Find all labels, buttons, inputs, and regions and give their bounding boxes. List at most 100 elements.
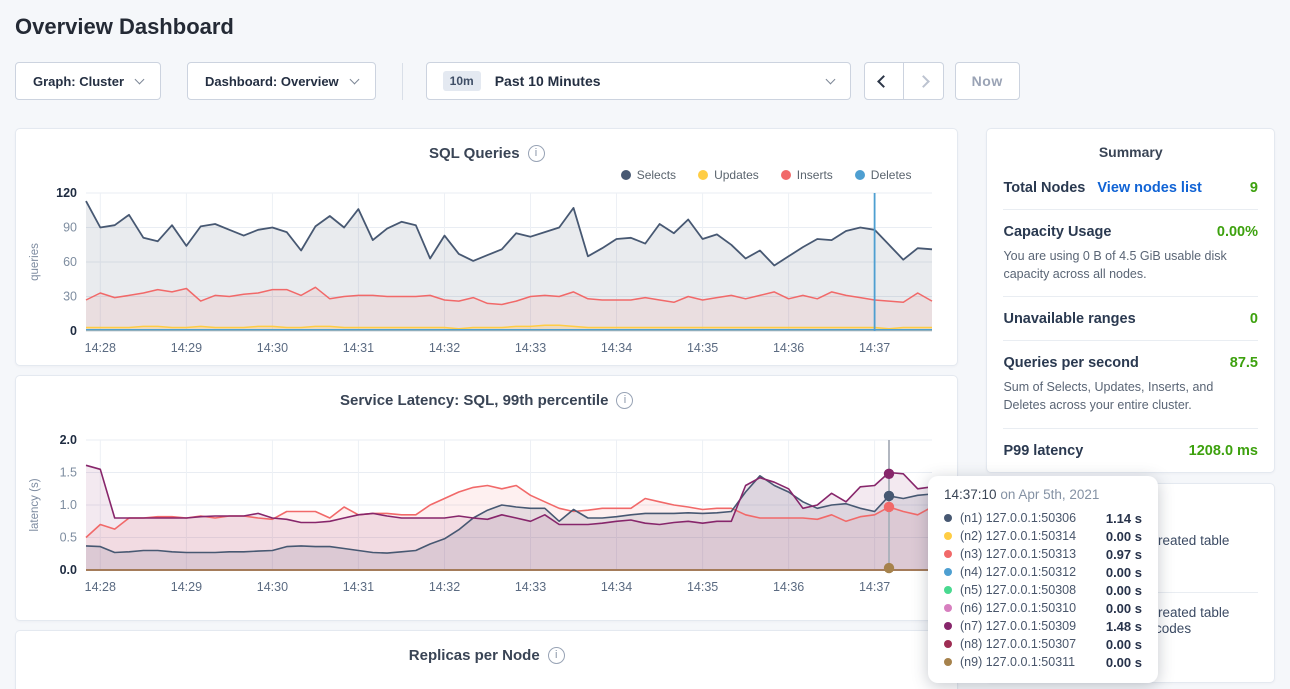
tooltip-node-label: (n9) 127.0.0.1:50311 [960, 655, 1075, 669]
time-range-selector[interactable]: 10m Past 10 Minutes [426, 62, 851, 100]
legend-item-deletes[interactable]: Deletes [855, 168, 912, 182]
view-nodes-link[interactable]: View nodes list [1097, 180, 1202, 196]
tooltip-row: (n9) 127.0.0.1:503110.00 s [944, 653, 1142, 671]
summary-description: You are using 0 B of 4.5 GiB usable disk… [1003, 247, 1258, 283]
summary-label: Total Nodes [1003, 180, 1085, 196]
info-icon[interactable] [616, 392, 633, 409]
summary-value: 0.00% [1217, 224, 1258, 240]
svg-text:14:31: 14:31 [343, 580, 374, 594]
info-icon[interactable] [548, 647, 565, 664]
svg-text:14:36: 14:36 [773, 580, 804, 594]
tooltip-node-label: (n5) 127.0.0.1:50308 [960, 583, 1076, 597]
svg-text:14:34: 14:34 [601, 341, 632, 355]
summary-row: Unavailable ranges0 [1003, 296, 1258, 340]
prev-range-button[interactable] [864, 62, 904, 100]
tooltip-row: (n8) 127.0.0.1:50307 0.00 s [944, 635, 1142, 653]
replicas-panel: Replicas per Node [15, 630, 958, 689]
tooltip-node-value: 0.00 s [1106, 637, 1142, 652]
series-dot [944, 586, 952, 594]
svg-text:14:35: 14:35 [687, 580, 718, 594]
chevron-down-icon [135, 75, 145, 85]
dashboard-dropdown-label: Dashboard: Overview [205, 74, 339, 89]
tooltip-row: (n2) 127.0.0.1:50314 0.00 s [944, 527, 1142, 545]
sql-legend: Selects Updates Inserts Deletes [16, 165, 957, 185]
series-dot [944, 622, 952, 630]
tooltip-node-value: 0.00 s [1106, 601, 1142, 616]
svg-text:14:30: 14:30 [257, 341, 288, 355]
graph-dropdown[interactable]: Graph: Cluster [15, 62, 161, 100]
divider [402, 63, 403, 100]
svg-text:0.5: 0.5 [60, 531, 77, 545]
sql-queries-chart[interactable]: 030609012014:2814:2914:3014:3114:3214:33… [24, 185, 957, 359]
tooltip-node-value: 0.00 s [1106, 529, 1142, 544]
sql-queries-panel: SQL Queries SelectsUpdatesInsertsDeletes… [15, 128, 958, 366]
chart-svg[interactable]: 030609012014:2814:2914:3014:3114:3214:33… [24, 185, 940, 359]
summary-label: Queries per second [1003, 355, 1138, 371]
svg-text:14:33: 14:33 [515, 580, 546, 594]
chevron-down-icon [349, 75, 359, 85]
chevron-down-icon [825, 75, 835, 85]
legend-item-selects[interactable]: Selects [621, 168, 676, 182]
summary-label: Unavailable ranges [1003, 311, 1135, 327]
svg-text:14:32: 14:32 [429, 341, 460, 355]
latency-panel: Service Latency: SQL, 99th percentile 0.… [15, 375, 958, 621]
panel-title: Service Latency: SQL, 99th percentile [340, 392, 608, 409]
tooltip-node-label: (n1) 127.0.0.1:50306 [960, 511, 1076, 525]
legend-dot [781, 170, 791, 180]
svg-text:0.0: 0.0 [60, 563, 77, 577]
tooltip-node-value: 0.00 s [1106, 583, 1142, 598]
tooltip-row: (n1) 127.0.0.1:503061.14 s [944, 509, 1142, 527]
tooltip-node-label: (n4) 127.0.0.1:50312 [960, 565, 1076, 579]
series-dot [944, 658, 952, 666]
svg-text:90: 90 [63, 221, 77, 235]
summary-row: P99 latency1208.0 ms [1003, 428, 1258, 472]
legend-item-updates[interactable]: Updates [698, 168, 759, 182]
svg-text:30: 30 [63, 290, 77, 304]
svg-text:2.0: 2.0 [60, 433, 77, 447]
dashboard-dropdown[interactable]: Dashboard: Overview [187, 62, 376, 100]
tooltip-node-value: 0.00 s [1106, 565, 1142, 580]
panel-header: Service Latency: SQL, 99th percentile [16, 388, 957, 412]
svg-text:14:29: 14:29 [171, 580, 202, 594]
svg-text:0: 0 [70, 324, 77, 338]
tooltip-node-value: 0.97 s [1106, 547, 1142, 562]
svg-text:14:29: 14:29 [171, 341, 202, 355]
svg-text:14:37: 14:37 [859, 341, 890, 355]
tooltip-row: (n3) 127.0.0.1:50313 0.97 s [944, 545, 1142, 563]
tooltip-node-label: (n2) 127.0.0.1:50314 [960, 529, 1076, 543]
summary-label: Capacity Usage [1003, 224, 1111, 240]
svg-text:60: 60 [63, 255, 77, 269]
svg-text:queries: queries [29, 243, 41, 281]
series-dot [944, 514, 952, 522]
summary-value: 1208.0 ms [1189, 443, 1258, 459]
chart-svg[interactable]: 0.00.51.01.52.014:2814:2914:3014:3114:32… [24, 430, 940, 598]
info-icon[interactable] [528, 145, 545, 162]
tooltip-node-value: 1.48 s [1106, 619, 1142, 634]
latency-chart[interactable]: 0.00.51.01.52.014:2814:2914:3014:3114:32… [24, 430, 957, 598]
time-range-badge: 10m [443, 71, 481, 91]
time-range-label: Past 10 Minutes [495, 73, 601, 89]
summary-row: Capacity Usage 0.00% You are using 0 B of … [1003, 209, 1258, 296]
summary-description: Sum of Selects, Updates, Inserts, and De… [1003, 378, 1258, 414]
svg-text:14:33: 14:33 [515, 341, 546, 355]
series-dot [944, 550, 952, 558]
legend-dot [855, 170, 865, 180]
tooltip-node-label: (n8) 127.0.0.1:50307 [960, 637, 1076, 651]
tooltip-node-label: (n3) 127.0.0.1:50313 [960, 547, 1076, 561]
legend-item-inserts[interactable]: Inserts [781, 168, 833, 182]
now-button[interactable]: Now [955, 62, 1020, 100]
summary-value: 9 [1250, 180, 1258, 196]
tooltip-time: 14:37:10 [944, 487, 997, 502]
svg-text:latency (s): latency (s) [29, 478, 41, 531]
summary-row: Queries per second 87.5 Sum of Selects, Up… [1003, 340, 1258, 427]
tooltip-date: on Apr 5th, 2021 [1000, 487, 1099, 502]
summary-value: 87.5 [1230, 355, 1258, 371]
svg-text:14:36: 14:36 [773, 341, 804, 355]
series-dot [944, 640, 952, 648]
svg-text:14:31: 14:31 [343, 341, 374, 355]
tooltip-header: 14:37:10 on Apr 5th, 2021 [944, 487, 1142, 502]
svg-text:14:30: 14:30 [257, 580, 288, 594]
svg-text:14:28: 14:28 [85, 580, 116, 594]
next-range-button[interactable] [904, 62, 944, 100]
series-dot [944, 604, 952, 612]
